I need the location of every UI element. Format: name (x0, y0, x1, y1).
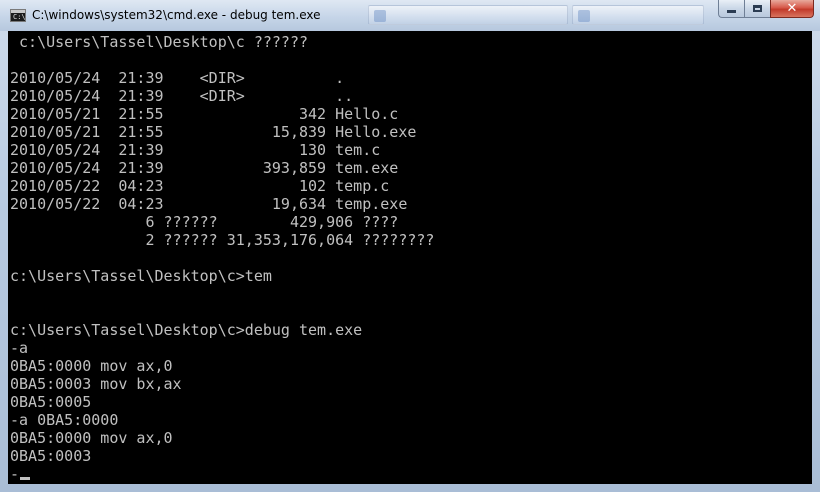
console-line: 0BA5:0005 (10, 393, 92, 411)
console-line: 2010/05/24 21:39 130 tem.c (10, 141, 381, 159)
console-line: -a 0BA5:0000 (10, 411, 119, 429)
maximize-icon (753, 5, 762, 12)
console-line: 2010/05/24 21:39 <DIR> .. (10, 87, 354, 105)
console-line: 2010/05/21 21:55 342 Hello.c (10, 105, 399, 123)
console-text: c:\Users\Tassel\Desktop\c ?????? 2010/05/… (10, 33, 434, 483)
console-line: 2010/05/24 21:39 <DIR> . (10, 69, 345, 87)
console-line: c:\Users\Tassel\Desktop\c ?????? (10, 33, 309, 51)
cmd-icon[interactable]: C:\ (10, 9, 26, 22)
console-line: 0BA5:0000 mov ax,0 (10, 357, 173, 375)
caption-buttons: ✕ (718, 0, 814, 20)
text-cursor (20, 477, 31, 480)
prompt-line: - (10, 465, 434, 483)
console-line: 2010/05/22 04:23 102 temp.c (10, 177, 390, 195)
close-icon: ✕ (786, 1, 798, 16)
title-bar[interactable]: C:\ C:\windows\system32\cmd.exe - debug … (0, 0, 820, 31)
console-line: 2010/05/21 21:55 15,839 Hello.exe (10, 123, 417, 141)
window-title: C:\windows\system32\cmd.exe - debug tem.… (32, 8, 321, 22)
close-button[interactable]: ✕ (770, 0, 814, 18)
console-line: 0BA5:0003 (10, 447, 92, 465)
background-window-ghost (368, 5, 568, 25)
console-line: 0BA5:0003 mov bx,ax (10, 375, 182, 393)
maximize-button[interactable] (744, 0, 770, 18)
console-line: c:\Users\Tassel\Desktop\c>debug tem.exe (10, 321, 363, 339)
console-line: -a (10, 339, 29, 357)
console-line: 2 ?????? 31,353,176,064 ???????? (10, 231, 435, 249)
background-window-ghost (572, 5, 704, 25)
minimize-button[interactable] (718, 0, 744, 18)
console-line: c:\Users\Tassel\Desktop\c>tem (10, 267, 272, 285)
minimize-icon (727, 10, 736, 13)
console-line: 2010/05/24 21:39 393,859 tem.exe (10, 159, 399, 177)
console-line: 2010/05/22 04:23 19,634 temp.exe (10, 195, 408, 213)
cmd-window: C:\ C:\windows\system32\cmd.exe - debug … (0, 0, 820, 492)
console-line: 6 ?????? 429,906 ???? (10, 213, 399, 231)
console-line: 0BA5:0000 mov ax,0 (10, 429, 173, 447)
console-output[interactable]: c:\Users\Tassel\Desktop\c ?????? 2010/05/… (8, 31, 812, 484)
